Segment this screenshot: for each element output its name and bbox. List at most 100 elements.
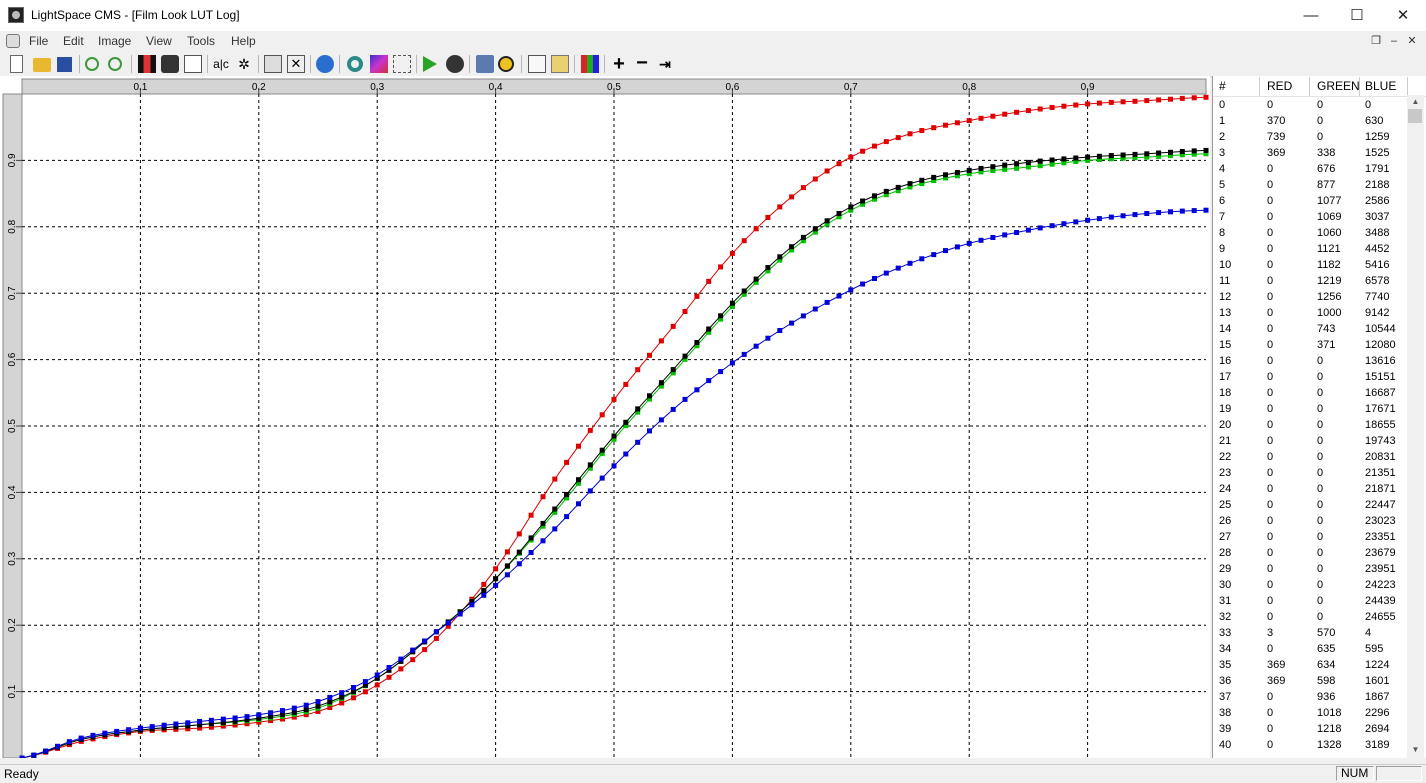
menu-view[interactable]: View <box>146 34 172 48</box>
table-row[interactable]: 30 0 0 24223 <box>1213 578 1408 594</box>
abc-text-icon[interactable]: a|c <box>212 55 230 73</box>
column-header-blue[interactable]: BLUE <box>1365 79 1396 93</box>
table-row[interactable]: 20 0 0 18655 <box>1213 418 1408 434</box>
column-header-green[interactable]: GREEN <box>1317 79 1360 93</box>
data-point <box>694 340 700 345</box>
table-row[interactable]: 18 0 0 16687 <box>1213 386 1408 402</box>
menu-file[interactable]: File <box>29 34 48 48</box>
table-row[interactable]: 36 369 598 1601 <box>1213 674 1408 690</box>
mdi-minimize-button[interactable]: – <box>1386 34 1402 48</box>
table-row[interactable]: 12 0 1256 7740 <box>1213 290 1408 306</box>
table-row[interactable]: 27 0 0 23351 <box>1213 530 1408 546</box>
table-row[interactable]: 16 0 0 13616 <box>1213 354 1408 370</box>
table-row[interactable]: 28 0 0 23679 <box>1213 546 1408 562</box>
dial-icon[interactable] <box>446 55 464 73</box>
app-icon[interactable] <box>8 7 24 23</box>
close-button[interactable]: ✕ <box>1380 0 1426 31</box>
table-row[interactable]: 3 369 338 1525 <box>1213 146 1408 162</box>
data-point <box>658 338 664 344</box>
table-row[interactable]: 37 0 936 1867 <box>1213 690 1408 706</box>
column-header-red[interactable]: RED <box>1267 79 1292 93</box>
table-row[interactable]: 13 0 1000 9142 <box>1213 306 1408 322</box>
color-bars-icon[interactable] <box>581 55 599 73</box>
table-row[interactable]: 35 369 634 1224 <box>1213 658 1408 674</box>
table-row[interactable]: 11 0 1219 6578 <box>1213 274 1408 290</box>
help-icon[interactable] <box>316 55 334 73</box>
table-row[interactable]: 39 0 1218 2694 <box>1213 722 1408 738</box>
redo-icon[interactable] <box>108 57 122 71</box>
data-point <box>1002 162 1008 168</box>
scroll-down-arrow[interactable]: ▼ <box>1407 743 1424 757</box>
column-header-index[interactable]: # <box>1219 79 1226 93</box>
table-row[interactable]: 5 0 877 2188 <box>1213 178 1408 194</box>
menu-edit[interactable]: Edit <box>63 34 84 48</box>
table-row[interactable]: 19 0 0 17671 <box>1213 402 1408 418</box>
crop-icon[interactable]: ✕ <box>287 55 305 73</box>
data-point <box>19 755 25 758</box>
table-row[interactable]: 14 0 743 10544 <box>1213 322 1408 338</box>
play-icon[interactable] <box>423 56 437 72</box>
target-icon[interactable] <box>347 56 363 72</box>
table-row[interactable]: 38 0 1018 2296 <box>1213 706 1408 722</box>
table-row[interactable]: 25 0 0 22447 <box>1213 498 1408 514</box>
table-row[interactable]: 21 0 0 19743 <box>1213 434 1408 450</box>
curve-chart-panel[interactable]: 0.1 0.2 0.3 0.4 0.5 0.6 0.7 0.8 0.9 0.1 0.2 0.3 0.4… <box>0 76 1210 758</box>
grid-icon[interactable] <box>393 55 411 73</box>
palette-icon[interactable] <box>370 55 388 73</box>
mdi-restore-button[interactable]: ❐ <box>1368 34 1384 48</box>
menu-tools[interactable]: Tools <box>187 34 215 48</box>
table-row[interactable]: 4 0 676 1791 <box>1213 162 1408 178</box>
table-row[interactable]: 31 0 0 24439 <box>1213 594 1408 610</box>
table-row[interactable]: 26 0 0 23023 <box>1213 514 1408 530</box>
document-menu-icon[interactable] <box>6 34 20 48</box>
table-row[interactable]: 1 370 0 630 <box>1213 114 1408 130</box>
menu-image[interactable]: Image <box>98 34 131 48</box>
table-row[interactable]: 9 0 1121 4452 <box>1213 242 1408 258</box>
table-row[interactable]: 23 0 0 21351 <box>1213 466 1408 482</box>
edit-icon[interactable] <box>264 55 282 73</box>
table-row[interactable]: 40 0 1328 3189 <box>1213 738 1408 754</box>
table-cell: 9142 <box>1365 307 1390 319</box>
table-row[interactable]: 32 0 0 24655 <box>1213 610 1408 626</box>
table-row[interactable]: 6 0 1077 2586 <box>1213 194 1408 210</box>
plus-icon[interactable]: + <box>610 54 628 74</box>
data-point <box>1025 159 1031 165</box>
lut-curve-chart[interactable]: 0.1 0.2 0.3 0.4 0.5 0.6 0.7 0.8 0.9 0.1 0.2 0.3 0.4… <box>0 76 1210 758</box>
menu-help[interactable]: Help <box>231 34 256 48</box>
film-strip-icon[interactable] <box>138 55 156 73</box>
table-row[interactable]: 2 739 0 1259 <box>1213 130 1408 146</box>
table-row[interactable]: 33 3 570 4 <box>1213 626 1408 642</box>
print-icon[interactable] <box>476 55 494 73</box>
lut-table[interactable]: # RED GREEN BLUE 0 0 0 0 1 370 0 630 2 739 0 1259 3 3… <box>1212 76 1426 758</box>
scroll-up-arrow[interactable]: ▲ <box>1407 95 1424 109</box>
copy-icon[interactable] <box>528 55 546 73</box>
new-file-icon[interactable] <box>10 55 23 73</box>
scroll-thumb[interactable] <box>1408 109 1422 123</box>
convert-icon[interactable] <box>551 55 569 73</box>
table-row[interactable]: 7 0 1069 3037 <box>1213 210 1408 226</box>
table-scrollbar[interactable]: ▲ ▼ <box>1407 95 1424 758</box>
table-row[interactable]: 24 0 0 21871 <box>1213 482 1408 498</box>
minimize-button[interactable]: — <box>1288 0 1334 31</box>
mdi-close-button[interactable]: ✕ <box>1404 34 1420 48</box>
undo-icon[interactable] <box>85 57 99 71</box>
cube-icon[interactable] <box>161 55 179 73</box>
maximize-button[interactable]: ☐ <box>1334 0 1380 31</box>
data-point <box>1191 208 1197 214</box>
table-row[interactable]: 29 0 0 23951 <box>1213 562 1408 578</box>
table-row[interactable]: 8 0 1060 3488 <box>1213 226 1408 242</box>
table-row[interactable]: 34 0 635 595 <box>1213 642 1408 658</box>
save-icon[interactable] <box>57 57 72 72</box>
minus-icon[interactable]: − <box>633 53 651 73</box>
curve-icon[interactable] <box>184 55 202 73</box>
radiation-icon[interactable] <box>498 56 514 72</box>
table-cell: 4 <box>1219 163 1226 175</box>
export-icon[interactable]: ⇥ <box>656 55 674 73</box>
table-row[interactable]: 17 0 0 15151 <box>1213 370 1408 386</box>
table-row[interactable]: 22 0 0 20831 <box>1213 450 1408 466</box>
table-row[interactable]: 0 0 0 0 <box>1213 98 1408 114</box>
table-row[interactable]: 15 0 371 12080 <box>1213 338 1408 354</box>
open-folder-icon[interactable] <box>33 58 51 72</box>
table-row[interactable]: 10 0 1182 5416 <box>1213 258 1408 274</box>
transform-icon[interactable]: ✲ <box>235 55 253 73</box>
